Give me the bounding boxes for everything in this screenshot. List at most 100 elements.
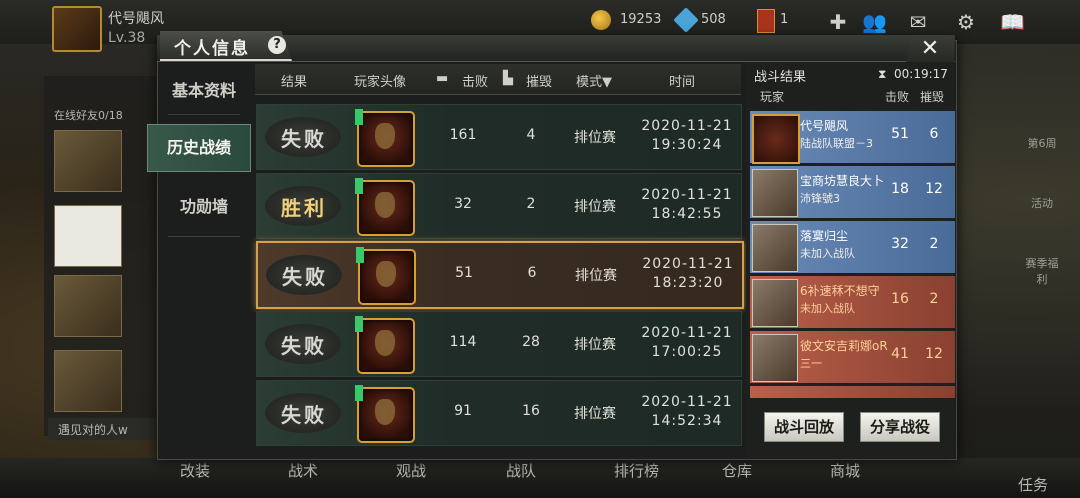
player-level: Lv.38 bbox=[108, 30, 146, 46]
player-row-partial bbox=[750, 386, 955, 398]
replay-button[interactable]: 战斗回放 bbox=[764, 412, 844, 442]
nav-missions[interactable]: 任务 bbox=[1018, 474, 1048, 495]
player-row[interactable]: 落寞归尘 未加入战队 32 2 bbox=[750, 221, 955, 273]
kills-value: 51 bbox=[455, 265, 473, 281]
player-name: 6补速秝不想守 bbox=[800, 284, 880, 298]
nav-squad[interactable]: 战队 bbox=[506, 460, 536, 481]
destroy-value: 12 bbox=[925, 181, 943, 197]
timestamp: 2020-11-21 17:00:25 bbox=[635, 324, 739, 362]
player-row[interactable]: 6补速秝不想守 未加入战队 16 2 bbox=[750, 276, 955, 328]
destroy-value: 12 bbox=[925, 346, 943, 362]
player-avatar[interactable] bbox=[52, 6, 102, 52]
destroy-value: 2 bbox=[526, 196, 536, 212]
friend-card[interactable] bbox=[54, 130, 122, 192]
season-reward-label[interactable]: 赛季福利 bbox=[1022, 255, 1062, 287]
history-row[interactable]: 失败 161 4 排位赛 2020-11-21 19:30:24 bbox=[256, 104, 742, 170]
nav-warehouse[interactable]: 仓库 bbox=[722, 460, 752, 481]
gear-icon[interactable]: ⚙ bbox=[954, 10, 978, 34]
dragon-avatar-icon bbox=[356, 247, 416, 305]
close-button[interactable]: ✕ bbox=[906, 36, 954, 62]
plus-icon[interactable]: ✚ bbox=[826, 10, 850, 34]
hourglass-icon: ⧗ bbox=[878, 67, 887, 81]
kills-value: 91 bbox=[454, 403, 472, 419]
building-icon: ▙ bbox=[503, 71, 513, 86]
mode-value: 排位赛 bbox=[574, 199, 616, 215]
dragon-avatar-icon bbox=[355, 385, 415, 443]
history-row[interactable]: 胜利 32 2 排位赛 2020-11-21 18:42:55 bbox=[256, 173, 742, 239]
nav-tactics[interactable]: 战术 bbox=[288, 460, 318, 481]
chat-preview: 遇见对的人w bbox=[58, 423, 128, 437]
tab-merit-wall[interactable]: 功勋墙 bbox=[158, 184, 250, 230]
card-count: 1 bbox=[780, 12, 789, 27]
tab-basic-info[interactable]: 基本资料 bbox=[158, 68, 250, 114]
mode-value: 排位赛 bbox=[574, 337, 616, 353]
kills-value: 161 bbox=[449, 127, 477, 143]
help-icon[interactable]: ? bbox=[268, 36, 286, 54]
history-row[interactable]: 失败 91 16 排位赛 2020-11-21 14:52:34 bbox=[256, 380, 742, 446]
player-name: 彼文安吉莉娜oR bbox=[800, 339, 888, 353]
header-kills: 击败 bbox=[462, 75, 489, 90]
tab-history[interactable]: 历史战绩 bbox=[147, 124, 251, 172]
result-text: 失败 bbox=[282, 265, 328, 289]
time-value: 18:42:55 bbox=[651, 206, 723, 222]
date-value: 2020-11-21 bbox=[641, 394, 733, 410]
friends-icon[interactable]: 👥 bbox=[862, 10, 887, 34]
player-avatar bbox=[752, 334, 798, 382]
date-value: 2020-11-21 bbox=[641, 187, 733, 203]
player-team: 未加入战队 bbox=[800, 247, 855, 260]
history-row-selected[interactable]: 失败 51 6 排位赛 2020-11-21 18:23:20 bbox=[256, 241, 744, 309]
player-row[interactable]: 宝商坊慧良大卜 沛锋號3 18 12 bbox=[750, 166, 955, 218]
share-button[interactable]: 分享战役 bbox=[860, 412, 940, 442]
history-row[interactable]: 失败 114 28 排位赛 2020-11-21 17:00:25 bbox=[256, 311, 742, 377]
date-value: 2020-11-21 bbox=[641, 325, 733, 341]
kills-value: 51 bbox=[891, 126, 909, 142]
header-destroy: 摧毁 bbox=[920, 90, 945, 104]
timestamp: 2020-11-21 18:42:55 bbox=[635, 186, 739, 224]
battle-result-title: 战斗结果 bbox=[754, 70, 807, 85]
mode-value: 排位赛 bbox=[575, 268, 617, 284]
mail-icon[interactable]: ✉ bbox=[906, 10, 930, 34]
player-team: 未加入战队 bbox=[800, 302, 855, 315]
mode-filter-dropdown[interactable]: 模式▼ bbox=[576, 71, 612, 90]
result-text: 失败 bbox=[281, 127, 327, 151]
mode-value: 排位赛 bbox=[574, 130, 616, 146]
book-icon[interactable]: 📖 bbox=[1000, 10, 1025, 34]
nav-modify[interactable]: 改装 bbox=[180, 460, 210, 481]
friend-card[interactable] bbox=[54, 205, 122, 267]
time-value: 18:23:20 bbox=[652, 275, 724, 291]
kills-value: 16 bbox=[891, 291, 909, 307]
player-avatar bbox=[752, 169, 798, 217]
nav-spectate[interactable]: 观战 bbox=[396, 460, 426, 481]
player-name: 代号飓风 bbox=[108, 11, 164, 27]
activity-label[interactable]: 活动 bbox=[1022, 195, 1062, 211]
destroy-value: 2 bbox=[929, 291, 939, 307]
time-value: 14:52:34 bbox=[651, 413, 723, 429]
header-destroy: 摧毁 bbox=[526, 75, 553, 90]
destroy-value: 2 bbox=[929, 236, 939, 252]
kills-value: 32 bbox=[891, 236, 909, 252]
destroy-value: 6 bbox=[929, 126, 939, 142]
friend-card[interactable] bbox=[54, 275, 122, 337]
destroy-value: 6 bbox=[527, 265, 537, 281]
result-text: 胜利 bbox=[281, 196, 327, 220]
timestamp: 2020-11-21 19:30:24 bbox=[635, 117, 739, 155]
player-avatar bbox=[752, 279, 798, 327]
date-value: 2020-11-21 bbox=[642, 256, 734, 272]
kills-value: 41 bbox=[891, 346, 909, 362]
header-kills: 击败 bbox=[885, 90, 910, 104]
week-label[interactable]: 第6周 bbox=[1022, 135, 1062, 151]
player-team: 沛锋號3 bbox=[800, 192, 840, 205]
destroy-value: 4 bbox=[526, 127, 536, 143]
player-row[interactable]: 代号飓风 陆战队联盟－3 51 6 bbox=[750, 111, 955, 164]
bottom-nav bbox=[0, 458, 1080, 498]
header-result: 结果 bbox=[281, 75, 308, 90]
coin-icon bbox=[591, 10, 611, 30]
time-value: 17:00:25 bbox=[651, 344, 723, 360]
nav-shop[interactable]: 商城 bbox=[830, 460, 860, 481]
timestamp: 2020-11-21 18:23:20 bbox=[636, 255, 740, 293]
nav-leaderboard[interactable]: 排行榜 bbox=[614, 460, 659, 481]
time-value: 19:30:24 bbox=[651, 137, 723, 153]
friend-card[interactable] bbox=[54, 350, 122, 412]
player-row[interactable]: 彼文安吉莉娜oR 三一 41 12 bbox=[750, 331, 955, 383]
card-icon bbox=[757, 9, 775, 33]
